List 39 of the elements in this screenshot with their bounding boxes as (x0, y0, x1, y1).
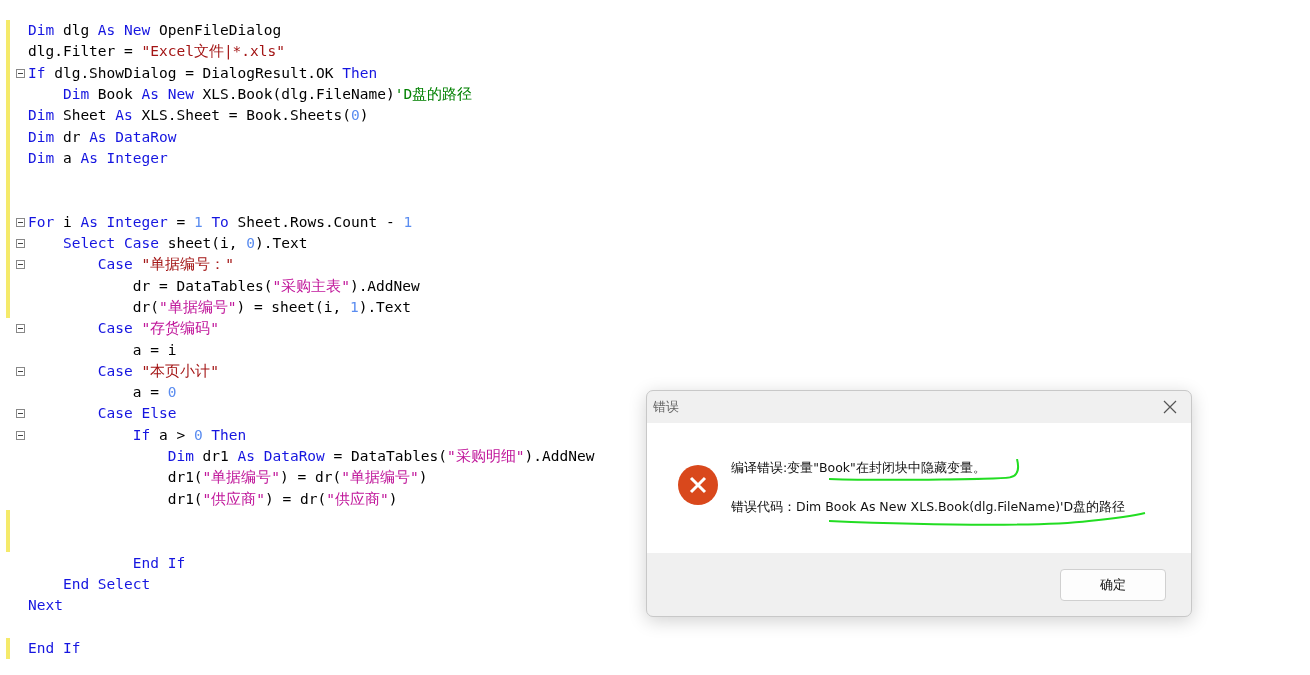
error-icon (678, 465, 718, 505)
code-line: Next (28, 596, 63, 616)
code-line: dlg.Filter = "Excel文件|*.xls" (28, 42, 285, 62)
ok-button[interactable]: 确定 (1060, 568, 1166, 601)
collapse-icon[interactable] (16, 366, 25, 376)
collapse-icon[interactable] (16, 260, 25, 270)
error-message: 编译错误:变量"Book"在封闭块中隐藏变量。 (731, 460, 987, 477)
collapse-icon[interactable] (16, 217, 25, 227)
code-line: Dim dr1 As DataRow = DataTables("采购明细").AddNew (166, 447, 595, 467)
code-line: Dim Sheet As XLS.Sheet = Book.Sheets(0) (28, 106, 369, 126)
collapse-icon[interactable] (16, 68, 25, 78)
collapse-icon[interactable] (16, 430, 25, 440)
code-line: Select Case sheet(i, 0).Text (61, 234, 308, 254)
code-line: dr("单据编号") = sheet(i, 1).Text (131, 298, 412, 317)
code-line: dr1("供应商") = dr("供应商") (166, 489, 398, 509)
code-line: End If (131, 553, 186, 573)
collapse-icon[interactable] (16, 324, 25, 334)
error-code-text: 错误代码：Dim Book As New XLS.Book(dlg.FileName)'D盘的路径 (731, 499, 1126, 516)
code-line: Dim Book As New XLS.Book(dlg.FileName)'D盘的路径 (61, 85, 473, 105)
code-line: dr = DataTables("采购主表").AddNew (131, 276, 420, 296)
dialog-title: 错误 (653, 398, 679, 416)
code-line: dr1("单据编号") = dr("单据编号") (166, 468, 428, 488)
collapse-icon[interactable] (16, 238, 25, 248)
code-line: a = 0 (131, 383, 177, 403)
code-line: Case "存货编码" (96, 319, 219, 339)
close-icon[interactable] (1163, 400, 1177, 414)
code-line: Case Else (96, 404, 177, 424)
code-line: Case "本页小计" (96, 361, 219, 381)
code-line: Dim dr As DataRow (28, 127, 177, 147)
code-line: End If (28, 638, 81, 658)
collapse-icon[interactable] (16, 409, 25, 419)
code-line: For i As Integer = 1 To Sheet.Rows.Count - 1 (28, 212, 413, 232)
code-line: If dlg.ShowDialog = DialogResult.OK Then (28, 63, 378, 83)
code-line: a = i (131, 340, 177, 360)
code-line: Dim a As Integer (28, 148, 168, 168)
code-line: If a > 0 Then (131, 425, 247, 445)
code-line: Case "单据编号：" (96, 255, 234, 275)
code-line: End Select (61, 574, 151, 594)
code-line: Dim dlg As New OpenFileDialog (28, 21, 282, 41)
